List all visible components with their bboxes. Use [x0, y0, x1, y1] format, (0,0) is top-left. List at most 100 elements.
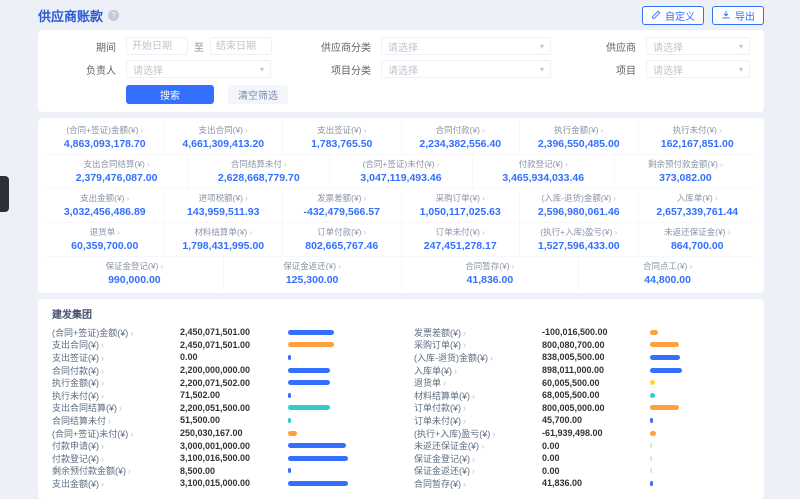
stat-metric[interactable]: 付款登记(¥)›3,465,934,033.46	[472, 155, 614, 188]
project-select[interactable]: 请选择 ▾	[646, 60, 750, 78]
metric-bar	[288, 481, 388, 486]
start-date-input[interactable]	[126, 37, 188, 55]
metric-row[interactable]: 发票差额(¥)›-100,016,500.00	[414, 326, 750, 339]
stat-metric[interactable]: 支出签证(¥)›1,783,765.50	[282, 121, 401, 154]
stat-metric[interactable]: 执行未付(¥)›162,167,851.00	[638, 121, 757, 154]
stat-metric[interactable]: (入库-退货)金额(¥)›2,596,980,061.46	[519, 189, 638, 222]
stat-metric[interactable]: 剩余预付款金额(¥)›373,082.00	[614, 155, 756, 188]
filter-project-category: 项目分类 请选择 ▾	[307, 60, 572, 78]
stat-metric[interactable]: 材料结算单(¥)›1,798,431,995.00	[164, 223, 283, 256]
metric-row[interactable]: 未返还保证金(¥)›0.00	[414, 439, 750, 452]
stat-value: 2,396,550,485.00	[522, 138, 636, 150]
filter-owner: 负责人 请选择 ▾	[52, 60, 307, 78]
metric-bar	[650, 393, 750, 398]
project-category-select[interactable]: 请选择 ▾	[381, 60, 551, 78]
metric-value: -61,939,498.00	[542, 428, 650, 438]
stats-row: 保证金登记(¥)›990,000.00保证金返还(¥)›125,300.00合同…	[46, 256, 756, 290]
metric-bar	[288, 405, 388, 410]
metric-row[interactable]: 材料结算单(¥)›68,005,500.00	[414, 389, 750, 402]
stat-metric[interactable]: (合同+签证)未付(¥)›3,047,119,493.46	[329, 155, 471, 188]
metric-bar	[288, 456, 388, 461]
metric-row[interactable]: 执行未付(¥)›71,502.00	[52, 389, 388, 402]
stat-metric[interactable]: (执行+入库)盈亏(¥)›1,527,596,433.00	[519, 223, 638, 256]
metric-row[interactable]: 合同暂存(¥)›41,836.00	[414, 477, 750, 490]
metric-row[interactable]: (执行+入库)盈亏(¥)›-61,939,498.00	[414, 427, 750, 440]
metric-value: 51,500.00	[180, 415, 288, 425]
stat-metric[interactable]: (合同+签证)金额(¥)›4,863,093,178.70	[46, 121, 164, 154]
stat-label: 合同点工(¥)›	[581, 260, 754, 272]
chevron-right-icon: ›	[463, 479, 466, 489]
metric-value: 0.00	[542, 466, 650, 476]
metric-row[interactable]: 支出合同结算(¥)›2,200,051,500.00	[52, 402, 388, 415]
stat-metric[interactable]: 入库单(¥)›2,657,339,761.44	[638, 189, 757, 222]
metric-row[interactable]: 采购订单(¥)›800,080,700.00	[414, 339, 750, 352]
metric-row[interactable]: 合同结算未付›51,500.00	[52, 414, 388, 427]
sidebar-expand-handle[interactable]	[0, 176, 9, 212]
metric-row[interactable]: 保证金返还(¥)›0.00	[414, 465, 750, 478]
header-actions: 自定义 导出	[642, 6, 764, 25]
chevron-right-icon: ›	[689, 261, 692, 271]
select-placeholder: 请选择	[133, 62, 163, 77]
metric-value: 0.00	[542, 441, 650, 451]
stat-metric[interactable]: 合同付款(¥)›2,234,382,556.40	[401, 121, 520, 154]
stat-metric[interactable]: 保证金登记(¥)›990,000.00	[46, 257, 223, 290]
metric-row[interactable]: 支出合同(¥)›2,450,071,501.00	[52, 339, 388, 352]
chevron-right-icon: ›	[364, 193, 367, 203]
metric-value: 800,005,000.00	[542, 403, 650, 413]
metric-row[interactable]: 保证金登记(¥)›0.00	[414, 452, 750, 465]
supplier-category-label: 供应商分类	[307, 39, 371, 54]
metric-row[interactable]: 剩余预付款金额(¥)›8,500.00	[52, 465, 388, 478]
supplier-select[interactable]: 请选择 ▾	[646, 37, 750, 55]
metric-row[interactable]: (入库-退货)金额(¥)›838,005,500.00	[414, 351, 750, 364]
metric-value: 3,100,016,500.00	[180, 453, 288, 463]
metric-row[interactable]: 退货单›60,005,500.00	[414, 376, 750, 389]
metric-row[interactable]: (合同+签证)未付(¥)›250,030,167.00	[52, 427, 388, 440]
stat-metric[interactable]: 进项税额(¥)›143,959,511.93	[164, 189, 283, 222]
stat-value: 3,032,456,486.89	[48, 206, 162, 218]
metric-row[interactable]: 入库单(¥)›898,011,000.00	[414, 364, 750, 377]
metric-row[interactable]: 付款登记(¥)›3,100,016,500.00	[52, 452, 388, 465]
clear-filters-button[interactable]: 清空筛选	[228, 85, 288, 104]
filter-actions: 搜索 清空筛选	[126, 85, 750, 104]
button-label: 自定义	[665, 8, 695, 23]
stat-metric[interactable]: 支出合同(¥)›4,661,309,413.20	[164, 121, 283, 154]
metric-label: 支出合同(¥)›	[52, 338, 180, 351]
stat-metric[interactable]: 退货单›60,359,700.00	[46, 223, 164, 256]
stat-metric[interactable]: 发票差额(¥)›-432,479,566.57	[282, 189, 401, 222]
stat-metric[interactable]: 采购订单(¥)›1,050,117,025.63	[401, 189, 520, 222]
metric-row[interactable]: 支出金额(¥)›3,100,015,000.00	[52, 477, 388, 490]
metric-row[interactable]: 订单未付(¥)›45,700.00	[414, 414, 750, 427]
stat-metric[interactable]: 合同结算未付›2,628,668,779.70	[187, 155, 329, 188]
stat-metric[interactable]: 合同暂存(¥)›41,836.00	[401, 257, 579, 290]
customize-button[interactable]: 自定义	[642, 6, 704, 25]
metric-bar	[288, 355, 388, 360]
owner-select[interactable]: 请选择 ▾	[126, 60, 271, 78]
metric-row[interactable]: 付款申请(¥)›3,000,001,000.00	[52, 439, 388, 452]
metric-label: 未返还保证金(¥)›	[414, 439, 542, 452]
stat-metric[interactable]: 保证金返还(¥)›125,300.00	[223, 257, 401, 290]
export-button[interactable]: 导出	[712, 6, 764, 25]
stat-metric[interactable]: 订单未付(¥)›247,451,278.17	[401, 223, 520, 256]
metric-row[interactable]: (合同+签证)金额(¥)›2,450,071,501.00	[52, 326, 388, 339]
chevron-right-icon: ›	[613, 193, 616, 203]
stat-metric[interactable]: 支出合同结算(¥)›2,379,476,087.00	[46, 155, 187, 188]
stat-value: 3,465,934,033.46	[475, 172, 612, 184]
metric-row[interactable]: 合同付款(¥)›2,200,000,000.00	[52, 364, 388, 377]
stat-value: 2,628,668,779.70	[190, 172, 327, 184]
end-date-input[interactable]	[210, 37, 272, 55]
metric-row[interactable]: 支出签证(¥)›0.00	[52, 351, 388, 364]
stat-metric[interactable]: 未返还保证金(¥)›864,700.00	[638, 223, 757, 256]
metric-bar	[650, 330, 750, 335]
stat-metric[interactable]: 执行金额(¥)›2,396,550,485.00	[519, 121, 638, 154]
stat-value: 802,665,767.46	[285, 240, 399, 252]
help-icon[interactable]: ?	[108, 10, 119, 21]
stat-metric[interactable]: 支出金额(¥)›3,032,456,486.89	[46, 189, 164, 222]
search-button[interactable]: 搜索	[126, 85, 214, 104]
metric-bar	[650, 405, 750, 410]
metric-row[interactable]: 订单付款(¥)›800,005,000.00	[414, 402, 750, 415]
supplier-category-select[interactable]: 请选择 ▾	[381, 37, 551, 55]
metric-row[interactable]: 执行金额(¥)›2,200,071,502.00	[52, 376, 388, 389]
stat-metric[interactable]: 订单付款(¥)›802,665,767.46	[282, 223, 401, 256]
stat-metric[interactable]: 合同点工(¥)›44,800.00	[578, 257, 756, 290]
chevron-right-icon: ›	[481, 441, 484, 451]
